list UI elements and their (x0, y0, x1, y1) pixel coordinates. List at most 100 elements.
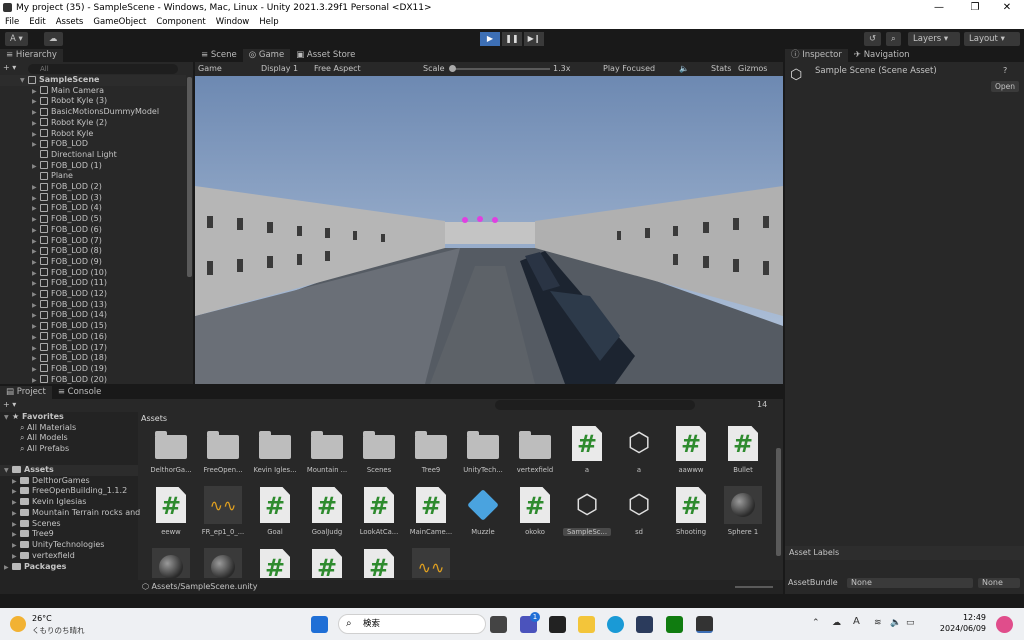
account-dropdown[interactable]: A ▾ (5, 32, 28, 46)
hierarchy-item[interactable]: ▶ Robot Kyle (0, 129, 186, 140)
menu-file[interactable]: File (5, 17, 19, 27)
tab-inspector[interactable]: ⓘ Inspector (785, 49, 848, 62)
tab-scene[interactable]: ≡ Scene (195, 49, 243, 62)
tab-navigation[interactable]: ✈ Navigation (847, 49, 916, 62)
menu-gameobject[interactable]: GameObject (93, 17, 146, 27)
hierarchy-item[interactable]: ▶ FOB_LOD (8) (0, 246, 186, 257)
aspect-dropdown[interactable]: Free Aspect (314, 62, 361, 76)
menu-window[interactable]: Window (216, 17, 250, 27)
hierarchy-item[interactable]: ▶ FOB_LOD (15) (0, 321, 186, 332)
hierarchy-item[interactable]: ▶ FOB_LOD (7) (0, 236, 186, 247)
asset-item[interactable]: Mountain ... (303, 426, 351, 486)
hierarchy-item[interactable]: ▶ FOB_LOD (11) (0, 278, 186, 289)
hierarchy-search-input[interactable]: All (28, 64, 178, 74)
hidden-count[interactable]: 14 (757, 400, 767, 409)
hierarchy-item[interactable]: Plane (0, 171, 186, 182)
project-folder-item[interactable]: ▶ vertexfield (0, 551, 138, 562)
hierarchy-item[interactable]: ▶ FOB_LOD (3) (0, 193, 186, 204)
tab-hierarchy[interactable]: ≡ Hierarchy (0, 49, 63, 62)
asset-item[interactable]: Scenes (355, 426, 403, 486)
favorites-header[interactable]: ▼ ★ Favorites (0, 412, 138, 423)
tab-asset-store[interactable]: ▣ Asset Store (290, 49, 362, 62)
expand-arrow-icon[interactable]: ▶ (32, 376, 40, 384)
hierarchy-item[interactable]: ▶ FOB_LOD (19) (0, 364, 186, 375)
asset-item[interactable]: ∿∿ FR_ep1_0_... (199, 486, 247, 548)
wifi-icon[interactable]: ≋ (874, 618, 882, 628)
project-search-input[interactable] (495, 400, 695, 410)
asset-item[interactable]: # (303, 548, 351, 578)
edge-browser-icon[interactable] (607, 616, 624, 633)
project-folder-item[interactable]: ▶ Kevin Iglesias (0, 497, 138, 508)
menu-assets[interactable]: Assets (56, 17, 84, 27)
project-add-button[interactable]: + ▾ (3, 400, 16, 409)
hierarchy-item[interactable]: ▶ FOB_LOD (2) (0, 182, 186, 193)
project-folder-item[interactable]: ▶ UnityTechnologies (0, 540, 138, 551)
hierarchy-item[interactable]: ▶ FOB_LOD (17) (0, 343, 186, 354)
asset-item[interactable]: ⬡ a (615, 426, 663, 486)
asset-grid-scrollbar[interactable] (776, 448, 781, 556)
play-button[interactable]: ▶ (480, 32, 500, 46)
hierarchy-item[interactable]: ▶ FOB_LOD (18) (0, 353, 186, 364)
favorite-item[interactable]: ⌕ All Prefabs (0, 444, 138, 455)
unity-hub-icon[interactable] (549, 616, 566, 633)
hierarchy-item[interactable]: ▶ FOB_LOD (1) (0, 161, 186, 172)
hierarchy-item[interactable]: ▶ BasicMotionsDummyModel (0, 107, 186, 118)
project-folder-item[interactable]: ▶ Tree9 (0, 529, 138, 540)
stats-button[interactable]: Stats (711, 62, 731, 76)
windows-start-icon[interactable] (311, 616, 328, 633)
display-dropdown[interactable]: Display 1 (261, 62, 298, 76)
asset-item[interactable] (147, 548, 195, 578)
hierarchy-item[interactable]: ▶ FOB_LOD (14) (0, 310, 186, 321)
hierarchy-item[interactable]: ▶ FOB_LOD (16) (0, 332, 186, 343)
breadcrumb[interactable]: Assets (141, 414, 167, 423)
mute-icon[interactable]: 🔈 (679, 62, 689, 76)
asset-item[interactable]: UnityTech... (459, 426, 507, 486)
unity-editor-taskbar-icon[interactable] (696, 616, 713, 633)
close-button[interactable]: ✕ (990, 0, 1024, 15)
tab-console[interactable]: ≡ Console (51, 386, 108, 399)
task-view-icon[interactable] (490, 616, 507, 633)
project-folder-item[interactable]: ▶ Mountain Terrain rocks and (0, 508, 140, 519)
ime-indicator[interactable]: A (853, 616, 860, 627)
asset-item[interactable]: # GoalJudg (303, 486, 351, 548)
asset-item[interactable]: # a (563, 426, 611, 486)
hierarchy-item[interactable]: ▶ FOB_LOD (9) (0, 257, 186, 268)
asset-item[interactable]: ⬡ SampleSc... (563, 486, 611, 548)
hierarchy-item[interactable]: Directional Light (0, 150, 186, 161)
speaker-icon[interactable]: 🔈 (890, 618, 901, 628)
project-folder-item[interactable]: ▶ DelthorGames (0, 476, 138, 487)
clock-date[interactable]: 2024/06/09 (926, 624, 986, 633)
asset-item[interactable]: Muzzle (459, 486, 507, 548)
hierarchy-item[interactable]: ▶ FOB_LOD (5) (0, 214, 186, 225)
help-icon[interactable]: ? (1003, 66, 1007, 75)
hierarchy-item[interactable]: ▶ FOB_LOD (20) (0, 375, 186, 384)
hierarchy-item[interactable]: ▶ FOB_LOD (0, 139, 186, 150)
hierarchy-item[interactable]: ▶ Robot Kyle (3) (0, 96, 186, 107)
asset-item[interactable]: vertexfield (511, 426, 559, 486)
weather-desc[interactable]: くもりのち晴れ (32, 625, 85, 636)
favorite-item[interactable]: ⌕ All Models (0, 433, 138, 444)
asset-item[interactable]: # (355, 548, 403, 578)
menu-edit[interactable]: Edit (29, 17, 45, 27)
taskbar-search-input[interactable]: 検索 (338, 614, 486, 634)
tab-game[interactable]: ◎ Game (242, 49, 291, 62)
asset-item[interactable]: DelthorGa... (147, 426, 195, 486)
hierarchy-item[interactable]: ▶ FOB_LOD (6) (0, 225, 186, 236)
asset-item[interactable]: Sphere 1 (719, 486, 767, 548)
asset-item[interactable]: # MainCame... (407, 486, 455, 548)
assets-root[interactable]: ▼ Assets (0, 465, 138, 476)
copilot-icon[interactable] (996, 616, 1013, 633)
asset-item[interactable]: Tree9 (407, 426, 455, 486)
open-button[interactable]: Open (991, 81, 1019, 92)
asset-bundle-dropdown[interactable]: None (847, 578, 973, 588)
project-folder-item[interactable]: ▶ Scenes (0, 519, 138, 530)
scale-slider[interactable] (450, 68, 550, 70)
packages-root[interactable]: ▶ Packages (0, 562, 138, 573)
asset-item[interactable]: # Goal (251, 486, 299, 548)
maximize-button[interactable]: ❐ (958, 0, 992, 15)
tray-arrow-icon[interactable]: ⌃ (812, 618, 820, 628)
hierarchy-item[interactable]: ▶ FOB_LOD (12) (0, 289, 186, 300)
pause-button[interactable]: ❚❚ (502, 32, 522, 46)
step-button[interactable]: ▶❙ (524, 32, 544, 46)
favorite-item[interactable]: ⌕ All Materials (0, 423, 138, 434)
